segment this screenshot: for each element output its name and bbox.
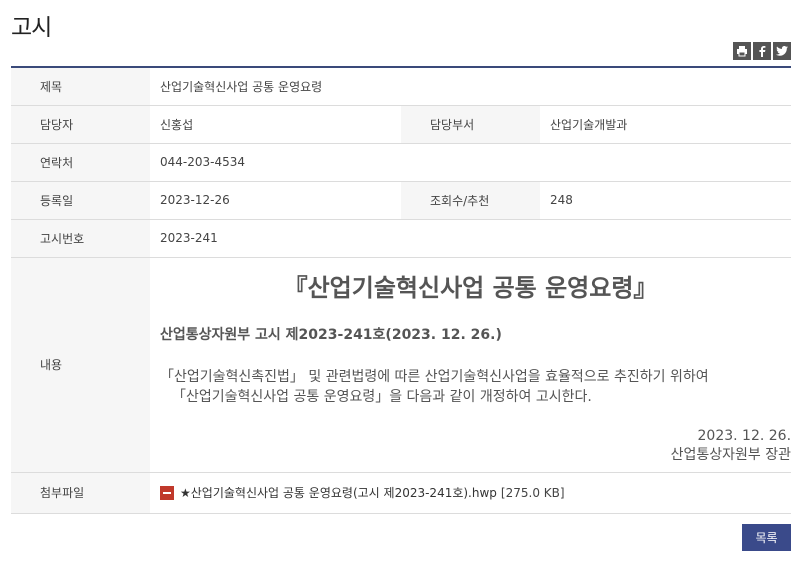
hwp-file-icon [160, 485, 174, 500]
page-title: 고시 [11, 15, 52, 41]
subject-value: 산업기술혁신사업 공통 운영요령 [150, 67, 792, 106]
subject-label: 제목 [11, 67, 150, 106]
contact-value: 044-203-4534 [150, 143, 792, 182]
attach-label: 첨부파일 [11, 472, 150, 514]
views-label: 조회수/추천 [401, 181, 540, 220]
list-button[interactable]: 목록 [742, 524, 791, 551]
date-value: 2023-12-26 [150, 181, 401, 220]
print-icon[interactable] [733, 42, 751, 60]
content-body: 『산업기술혁신사업 공통 운영요령』 산업통상자원부 고시 제2023-241호… [150, 258, 791, 472]
dept-label: 담당부서 [401, 105, 540, 144]
facebook-icon[interactable] [753, 42, 771, 60]
attachment-link[interactable]: ★산업기술혁신사업 공통 운영요령(고시 제2023-241호).hwp [180, 484, 497, 501]
content-signature: 산업통상자원부 장관 [670, 446, 792, 463]
share-toolbar [733, 42, 791, 60]
manager-label: 담당자 [11, 105, 150, 144]
attachment-item: ★산업기술혁신사업 공통 운영요령(고시 제2023-241호).hwp [27… [160, 484, 791, 501]
content-subtitle: 산업통상자원부 고시 제2023-241호(2023. 12. 26.) [160, 326, 502, 343]
date-label: 등록일 [11, 181, 150, 220]
content-date: 2023. 12. 26. [697, 427, 792, 444]
twitter-icon[interactable] [773, 42, 791, 60]
content-line-1: 「산업기술혁신촉진법」 및 관련법령에 따른 산업기술혁신사업을 효율적으로 추… [160, 368, 709, 385]
notice-no-label: 고시번호 [11, 219, 150, 258]
content-line-2: 「산업기술혁신사업 공통 운영요령」을 다음과 같이 개정하여 고시한다. [172, 388, 592, 405]
content-label: 내용 [11, 257, 150, 473]
content-cell: 『산업기술혁신사업 공통 운영요령』 산업통상자원부 고시 제2023-241호… [150, 257, 792, 473]
manager-value: 신홍섭 [150, 105, 401, 144]
content-title: 『산업기술혁신사업 공통 운영요령』 [283, 273, 658, 302]
notice-no-value: 2023-241 [150, 219, 792, 258]
dept-value: 산업기술개발과 [540, 105, 792, 144]
views-value: 248 [540, 181, 792, 220]
attachment-size: [275.0 KB] [500, 485, 565, 500]
notice-detail-table: 제목 산업기술혁신사업 공통 운영요령 담당자 신홍섭 담당부서 산업기술개발과… [11, 66, 792, 514]
contact-label: 연락처 [11, 143, 150, 182]
attach-cell: ★산업기술혁신사업 공통 운영요령(고시 제2023-241호).hwp [27… [150, 472, 792, 514]
